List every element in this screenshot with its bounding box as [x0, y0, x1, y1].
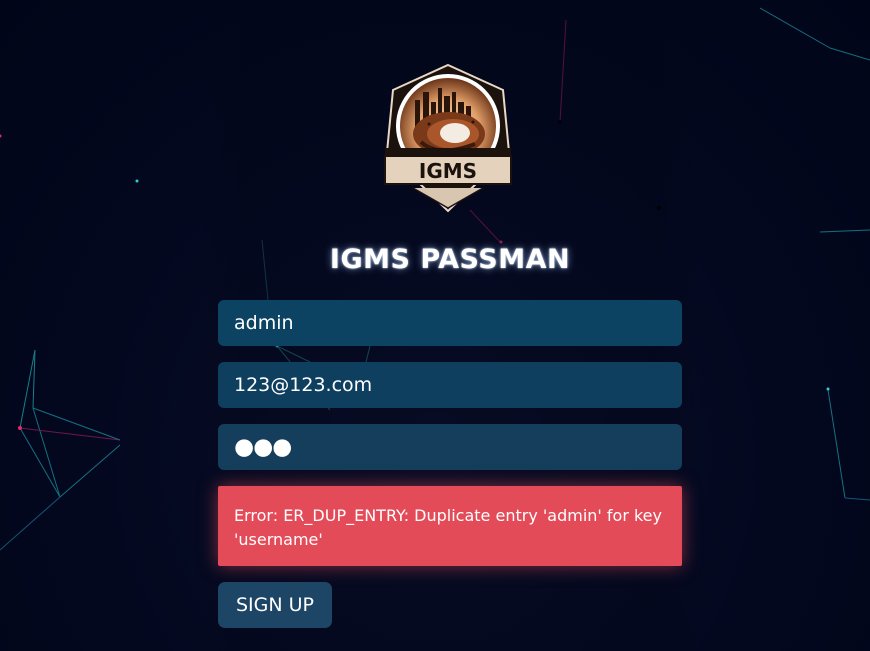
logo-text: IGMS [419, 159, 477, 183]
email-input[interactable] [218, 362, 682, 408]
username-input[interactable] [218, 300, 682, 346]
password-mask: ●●● [234, 434, 292, 460]
igms-logo: IGMS [384, 63, 512, 213]
password-input[interactable]: ●●● [218, 424, 682, 470]
page-title: IGMS PASSMAN [329, 244, 571, 275]
sign-up-button[interactable]: SIGN UP [218, 582, 332, 628]
error-alert: Error: ER_DUP_ENTRY: Duplicate entry 'ad… [218, 486, 682, 566]
page-background: IGMS IGMS PASSMAN ●●● Error: ER_DUP_ENTR… [0, 0, 870, 651]
